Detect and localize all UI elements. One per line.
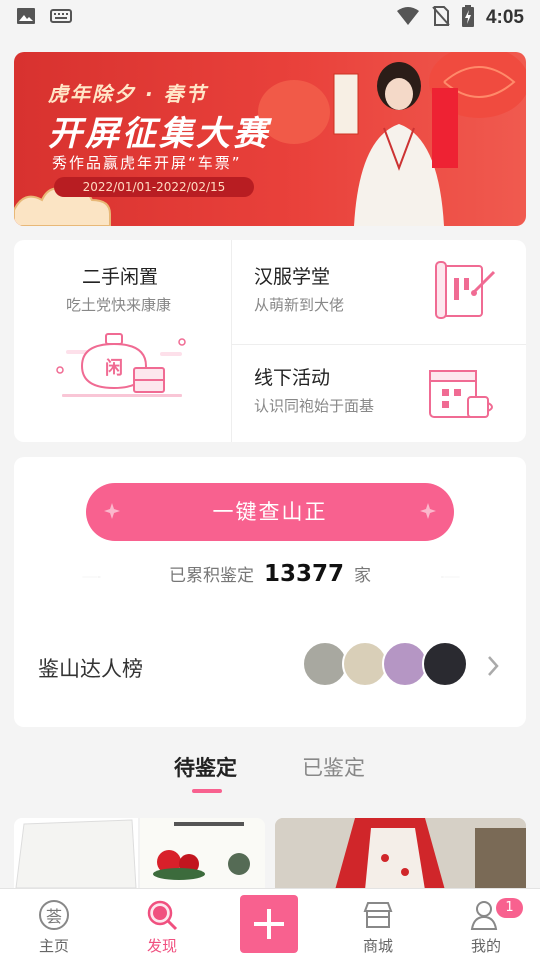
feature-hanfu-school[interactable]: 汉服学堂 从萌新到大佬 [232,240,526,344]
feed-item-thumbnail[interactable] [275,818,526,890]
stats-unit: 家 [354,566,372,586]
nav-shop[interactable]: 商城 [338,889,418,960]
idle-icon-label: 闲 [105,358,123,379]
feature-title: 线下活动 [254,367,331,389]
button-label: 一键查山正 [212,500,328,524]
one-click-appraise-button[interactable]: 一键查山正 [86,483,454,541]
stats-prefix: 已累积鉴定 [168,566,254,586]
nav-label: 主页 [38,937,69,955]
feature-title: 二手闲置 [82,266,159,288]
tab-pending[interactable]: 待鉴定 [174,752,237,782]
chevron-right-icon [488,656,499,676]
banner-model-figure [314,58,464,226]
shop-icon [363,902,393,928]
nav-home[interactable]: 荟 主页 [14,889,94,960]
keyboard-icon [50,8,72,28]
no-sim-icon [432,6,450,30]
feature-title: 汉服学堂 [254,266,331,288]
banner-line-3: 秀作品赢虎年开屏“车票” [52,154,242,172]
tab-indicator [192,789,222,793]
nav-label: 商城 [362,937,393,955]
feature-subtitle: 认识同袍始于面基 [254,397,375,415]
avatar-group [302,641,468,687]
appraisal-stats: 已累积鉴定 13377 家 [14,561,526,597]
home-logo-glyph: 荟 [45,907,62,926]
create-post-button[interactable] [240,895,298,953]
banner-date-range: 2022/01/01-2022/02/15 [54,177,254,197]
ranking-title: 鉴山达人榜 [38,657,143,681]
notification-badge: 1 [496,898,523,918]
appraisal-count: 13377 [263,561,345,587]
banner-line-1: 虎年除夕 · 春节 [48,82,208,106]
feature-subtitle: 从萌新到大佬 [254,296,345,314]
feature-subtitle: 吃土党快来康康 [66,296,172,314]
nav-label: 发现 [146,937,177,955]
sparkle-icon [104,503,120,519]
scroll-brush-icon [435,261,496,319]
wifi-icon [396,6,420,30]
tab-appraised[interactable]: 已鉴定 [302,752,365,782]
promo-banner[interactable]: 虎年除夕 · 春节 开屏征集大赛 秀作品赢虎年开屏“车票” 2022/01/01… [14,52,526,226]
expert-ranking-row[interactable]: 鉴山达人榜 [14,627,526,707]
calendar-cup-icon [429,370,493,418]
sparkle-icon [420,503,436,519]
idle-trade-icon: 闲 [52,330,194,404]
feature-offline-events[interactable]: 线下活动 认识同袍始于面基 [232,345,526,442]
banner-headline: 开屏征集大赛 [48,114,270,154]
feed-item-thumbnail[interactable] [14,818,265,890]
appraisal-card: 一键查山正 已累积鉴定 13377 家 鉴山达人榜 [14,457,526,727]
battery-charging-icon [461,5,474,31]
nav-discover[interactable]: 发现 [122,889,202,960]
feature-second-hand[interactable]: 二手闲置 吃土党快来康康 闲 [14,240,231,442]
discover-icon [147,900,178,931]
image-notification-icon [16,7,36,29]
plus-icon [254,909,284,939]
status-bar: 4:05 [0,0,540,36]
avatar [422,641,468,687]
feature-grid: 二手闲置 吃土党快来康康 闲 汉服学堂 从萌新到大佬 线下活动 认识同袍始于面基 [14,240,526,442]
bottom-navigation: 荟 主页 发现 商城 我的 [0,888,540,960]
nav-label: 我的 [470,937,501,955]
status-time: 4:05 [485,7,524,28]
